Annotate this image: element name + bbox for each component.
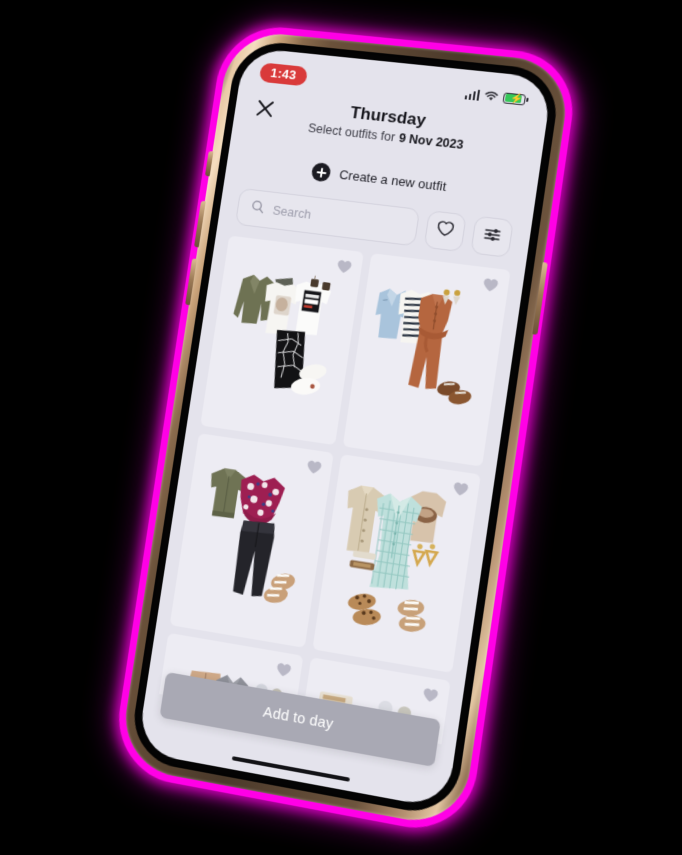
- search-placeholder: Search: [271, 203, 312, 222]
- add-to-day-label: Add to day: [261, 704, 335, 733]
- status-icon-group: ⚡: [464, 88, 529, 105]
- cellular-signal-icon: [464, 88, 481, 101]
- search-input[interactable]: Search: [234, 187, 421, 247]
- scene-stage: 1:43 ⚡ Thursday Select outfits for 9 Nov…: [0, 0, 682, 855]
- search-icon: [250, 199, 266, 219]
- heart-filled-icon[interactable]: [480, 276, 500, 299]
- close-icon[interactable]: [253, 97, 277, 120]
- outfit-card[interactable]: [312, 454, 481, 673]
- plus-circle-icon: [310, 161, 333, 183]
- status-time-pill: 1:43: [258, 62, 309, 87]
- filter-settings-button[interactable]: [470, 215, 514, 258]
- sliders-filter-icon: [481, 225, 502, 248]
- selected-date: 9 Nov 2023: [397, 131, 465, 152]
- wifi-icon: [484, 90, 500, 102]
- create-new-outfit-label: Create a new outfit: [338, 166, 448, 194]
- outfit-card[interactable]: [169, 433, 334, 648]
- outfit-card[interactable]: [342, 253, 511, 467]
- heart-filled-icon[interactable]: [274, 661, 294, 685]
- battery-charging-icon: ⚡: [502, 91, 529, 105]
- heart-filled-icon[interactable]: [420, 686, 440, 710]
- outfit-card[interactable]: [200, 235, 364, 446]
- heart-filled-icon[interactable]: [334, 258, 354, 281]
- favorites-filter-button[interactable]: [423, 210, 467, 253]
- heart-outline-icon: [435, 219, 456, 243]
- phone-screen: 1:43 ⚡ Thursday Select outfits for 9 Nov…: [136, 47, 554, 810]
- heart-filled-icon[interactable]: [304, 458, 324, 481]
- phone-mockup: 1:43 ⚡ Thursday Select outfits for 9 Nov…: [110, 21, 581, 839]
- heart-filled-icon[interactable]: [450, 480, 470, 504]
